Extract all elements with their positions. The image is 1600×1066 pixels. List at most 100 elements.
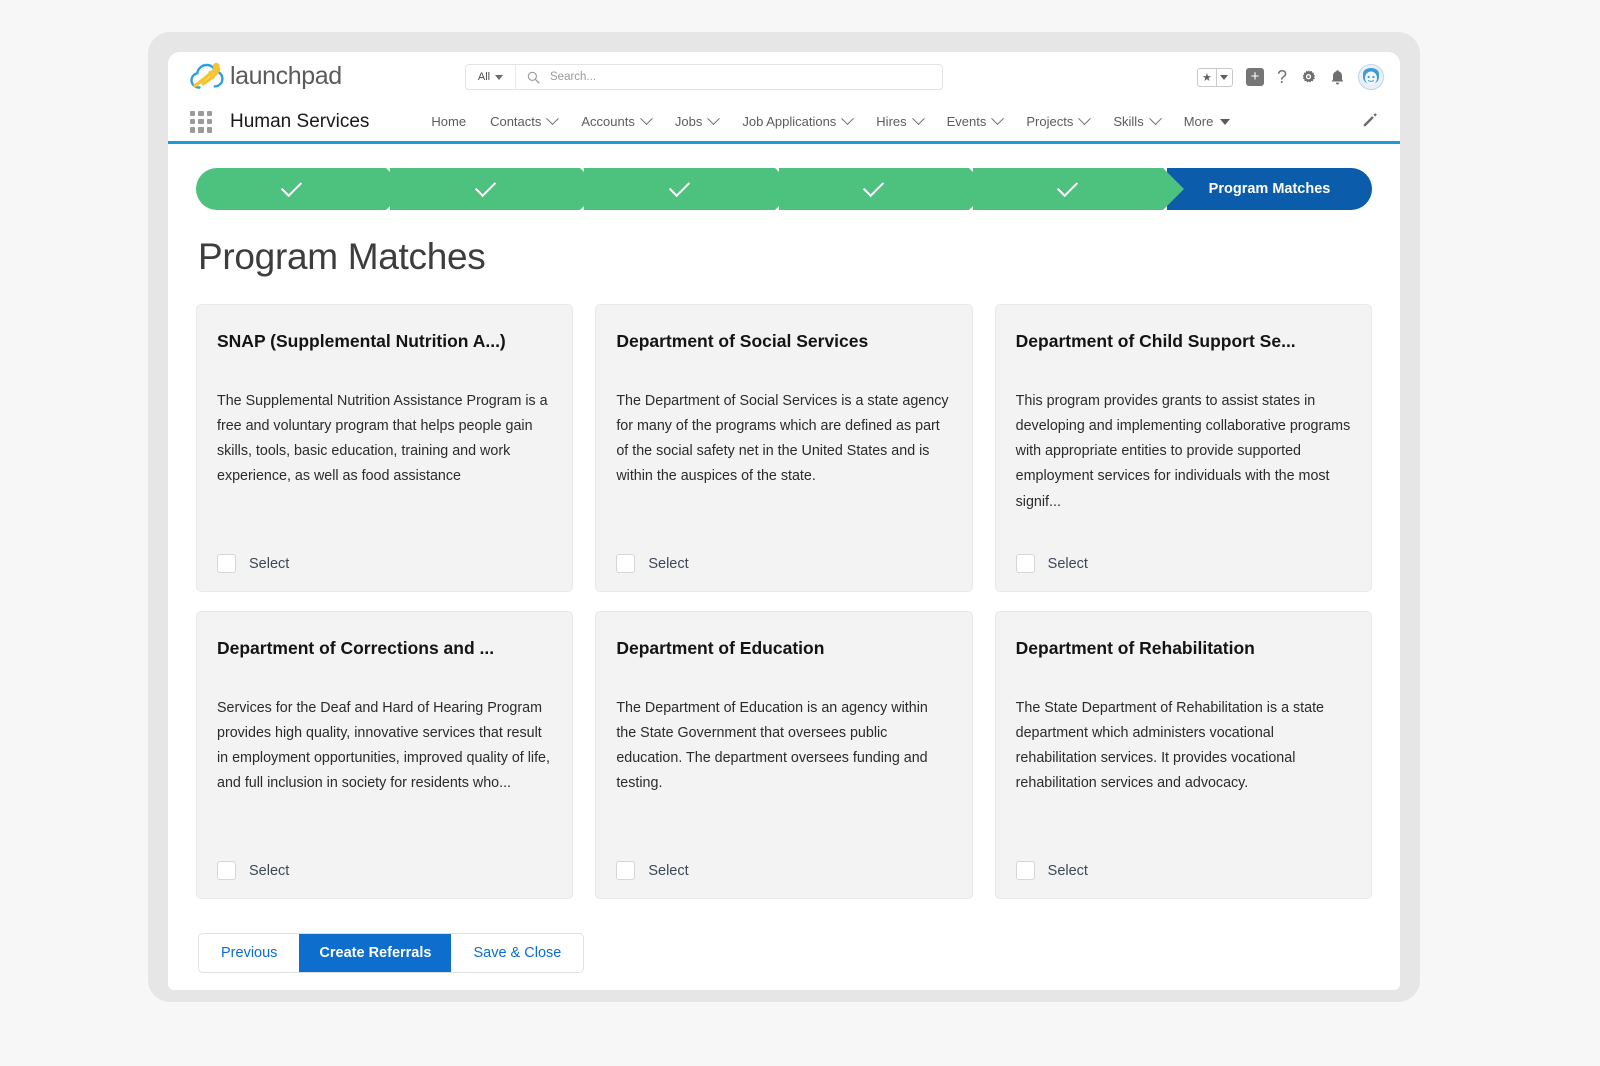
create-referrals-button[interactable]: Create Referrals — [299, 934, 452, 972]
app-window: launchpad All Search... ★ + ? Human Serv… — [168, 52, 1400, 990]
program-card[interactable]: Department of Social Services The Depart… — [595, 304, 973, 592]
chevron-down-icon — [640, 112, 653, 126]
program-card[interactable]: Department of Child Support Se... This p… — [994, 304, 1372, 592]
check-icon — [863, 175, 885, 198]
program-select-checkbox[interactable] — [616, 554, 636, 573]
nav-item-projects[interactable]: Projects — [1014, 108, 1101, 135]
program-select-row[interactable]: Select — [616, 861, 951, 880]
save-and-close-button[interactable]: Save & Close — [451, 934, 584, 972]
global-search-bar[interactable]: All Search... — [465, 64, 943, 90]
nav-item-home[interactable]: Home — [419, 108, 478, 135]
program-card[interactable]: Department of Rehabilitation The State D… — [994, 611, 1372, 899]
path-step-completed-3[interactable] — [584, 168, 796, 210]
chevron-down-icon — [1148, 112, 1162, 126]
chevron-down-icon — [911, 112, 925, 126]
nav-item-accounts[interactable]: Accounts — [569, 108, 662, 135]
program-select-row[interactable]: Select — [1015, 554, 1351, 573]
chevron-down-icon — [1078, 112, 1092, 126]
app-name-label: Human Services — [230, 110, 370, 132]
program-select-row[interactable]: Select — [217, 861, 552, 880]
nav-item-label: Projects — [1026, 114, 1074, 129]
progress-path: Program Matches — [196, 168, 1373, 210]
question-mark-icon[interactable]: ? — [1277, 67, 1287, 88]
program-card-description: The Department of Social Services is a s… — [616, 392, 949, 485]
path-step-completed-1[interactable] — [196, 168, 408, 210]
page-title: Program Matches — [198, 236, 486, 277]
program-card-description: The State Department of Rehabilitation i… — [1015, 699, 1325, 792]
path-step-completed-5[interactable] — [972, 168, 1185, 210]
nav-items: Home Contacts Accounts Jobs Job Applicat… — [419, 108, 1242, 135]
pencil-icon[interactable] — [1362, 112, 1378, 133]
program-select-checkbox[interactable] — [616, 861, 636, 880]
nav-item-label: Events — [946, 114, 987, 129]
nav-item-events[interactable]: Events — [935, 108, 1015, 135]
path-step-completed-2[interactable] — [390, 168, 602, 210]
program-select-label: Select — [249, 555, 290, 572]
nav-item-label: Contacts — [490, 114, 542, 129]
footer-actions: Previous Create Referrals Save & Close — [198, 933, 585, 973]
nav-item-label: Home — [431, 114, 467, 129]
program-select-row[interactable]: Select — [217, 554, 552, 573]
program-select-row[interactable]: Select — [616, 554, 951, 573]
search-scope-label: All — [477, 71, 491, 83]
program-card-title: SNAP (Supplemental Nutrition A...) — [217, 331, 506, 351]
path-step-label: Program Matches — [1208, 181, 1331, 197]
program-card-title: Department of Child Support Se... — [1015, 331, 1296, 351]
nav-item-label: Hires — [876, 114, 907, 129]
search-icon — [516, 71, 550, 84]
plus-square-icon[interactable]: + — [1245, 68, 1264, 86]
cloud-launch-icon — [190, 62, 224, 89]
chevron-down-icon — [991, 112, 1005, 126]
bell-icon[interactable] — [1330, 69, 1345, 86]
nav-item-hires[interactable]: Hires — [864, 108, 934, 135]
program-card-title: Department of Corrections and ... — [217, 638, 495, 658]
program-select-row[interactable]: Select — [1015, 861, 1351, 880]
nav-item-label: More — [1183, 114, 1214, 129]
search-scope-dropdown[interactable]: All — [466, 65, 516, 89]
gear-icon[interactable] — [1300, 69, 1317, 86]
program-select-label: Select — [249, 862, 290, 879]
nav-item-skills[interactable]: Skills — [1101, 108, 1171, 135]
check-icon — [1057, 175, 1079, 198]
caret-down-icon — [1220, 118, 1231, 125]
program-select-label: Select — [648, 862, 689, 879]
path-step-completed-4[interactable] — [778, 168, 991, 210]
program-card[interactable]: Department of Corrections and ... Servic… — [196, 611, 574, 899]
program-select-checkbox[interactable] — [1015, 861, 1035, 880]
star-icon[interactable]: ★ — [1198, 68, 1217, 86]
program-card-description: This program provides grants to assist s… — [1015, 392, 1351, 510]
search-input[interactable]: Search... — [550, 71, 596, 83]
chevron-down-icon — [841, 112, 855, 126]
brand-logo[interactable]: launchpad — [190, 60, 342, 92]
program-card-description: The Supplemental Nutrition Assistance Pr… — [217, 392, 548, 485]
program-select-label: Select — [1047, 862, 1088, 879]
user-avatar[interactable] — [1358, 64, 1384, 90]
program-card-title: Department of Education — [616, 638, 825, 658]
program-select-checkbox[interactable] — [217, 861, 236, 880]
nav-item-job-applications[interactable]: Job Applications — [730, 108, 864, 135]
program-card[interactable]: SNAP (Supplemental Nutrition A...) The S… — [196, 304, 574, 592]
program-matches-grid: SNAP (Supplemental Nutrition A...) The S… — [196, 304, 1372, 899]
nav-item-jobs[interactable]: Jobs — [663, 108, 730, 135]
program-card-description: Services for the Deaf and Hard of Hearin… — [217, 699, 550, 792]
header-actions: ★ + ? — [1196, 62, 1384, 92]
nav-item-contacts[interactable]: Contacts — [478, 108, 569, 135]
program-select-checkbox[interactable] — [217, 554, 236, 573]
nav-item-more[interactable]: More — [1172, 108, 1243, 135]
favorites-caret-down-icon[interactable] — [1217, 69, 1232, 86]
check-icon — [474, 175, 496, 198]
global-header: launchpad All Search... ★ + ? — [168, 52, 1400, 102]
previous-button[interactable]: Previous — [199, 934, 300, 972]
path-step-current-program-matches[interactable]: Program Matches — [1167, 168, 1373, 210]
favorites-button-group[interactable]: ★ — [1196, 67, 1233, 87]
brand-logo-text: launchpad — [230, 61, 342, 90]
nav-item-label: Job Applications — [742, 114, 837, 129]
caret-down-icon — [495, 74, 504, 80]
app-navigation-bar: Human Services Home Contacts Accounts Jo… — [168, 102, 1400, 144]
app-launcher-icon[interactable] — [190, 110, 212, 133]
nav-item-label: Jobs — [674, 114, 703, 129]
nav-item-label: Accounts — [581, 114, 635, 129]
check-icon — [668, 175, 691, 198]
program-select-checkbox[interactable] — [1015, 554, 1035, 573]
program-card[interactable]: Department of Education The Department o… — [595, 611, 973, 899]
